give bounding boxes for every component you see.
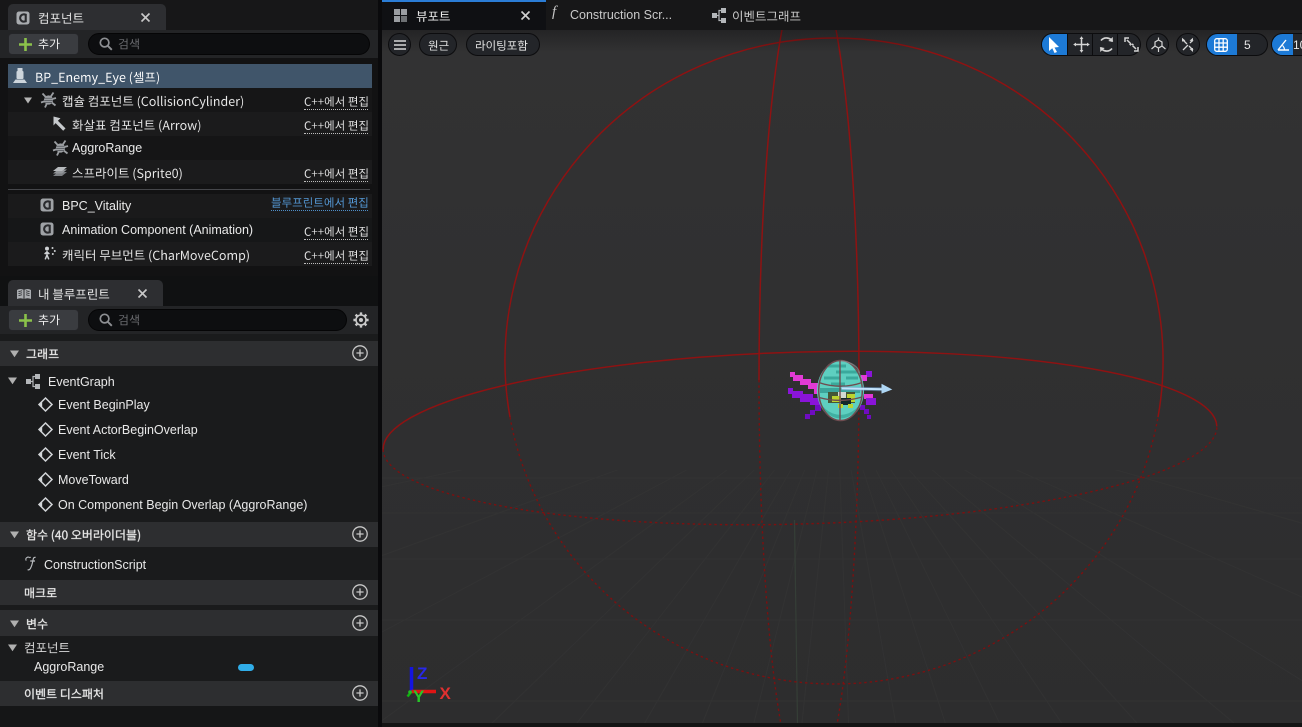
svg-text:Z: Z <box>417 664 427 683</box>
svg-text:X: X <box>440 684 452 703</box>
svg-text:Y: Y <box>413 687 425 706</box>
